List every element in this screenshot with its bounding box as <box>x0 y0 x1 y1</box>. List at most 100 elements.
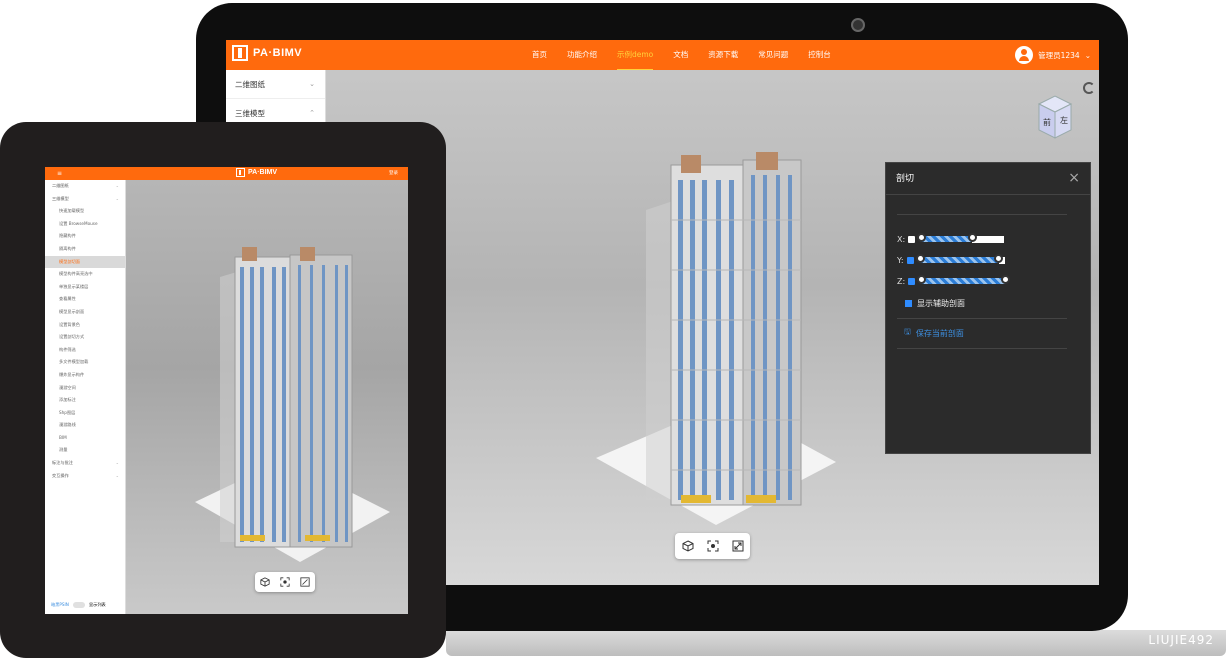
chevron-down-icon: ⌄ <box>115 195 119 201</box>
axis-x-checkbox[interactable] <box>908 235 916 243</box>
axis-label: Y: <box>897 255 904 265</box>
tablet-sidebar-label: Shp图层 <box>59 409 76 415</box>
login-link[interactable]: 登录 <box>389 170 398 176</box>
focus-icon[interactable] <box>707 540 719 552</box>
tablet-sidebar-item[interactable]: 设置剖切方式 <box>45 331 125 344</box>
user-name: 管理员1234 <box>1038 50 1080 60</box>
brand-logo[interactable]: PA·BIMV <box>232 45 302 61</box>
nav-features[interactable]: 功能介绍 <box>567 40 597 70</box>
tablet-sidebar-item[interactable]: 单独显示某楼层 <box>45 281 125 294</box>
divider <box>897 214 1067 215</box>
axis-label: X: <box>897 234 906 244</box>
tablet-sidebar-item[interactable]: Shp图层 <box>45 407 125 420</box>
cube-icon[interactable] <box>260 577 270 587</box>
slider-max-knob[interactable] <box>1001 275 1011 284</box>
panel-header: 剖切 × <box>886 163 1090 195</box>
tablet-sidebar-item[interactable]: 查看属性 <box>45 293 125 306</box>
axis-label: Z: <box>897 276 906 286</box>
tablet-sidebar-item[interactable]: 构件筛选 <box>45 344 125 357</box>
tablet-sidebar-item[interactable]: 多文件模型加载 <box>45 356 125 369</box>
tablet-sidebar-label: 三维模型 <box>52 195 69 201</box>
tablet-sidebar-item[interactable]: 爆炸显示构件 <box>45 369 125 382</box>
tablet-sidebar-item[interactable]: 漫游路线 <box>45 419 125 432</box>
axis-x-slider[interactable] <box>917 233 978 242</box>
section-panel: 剖切 × X: Y: Z: 显示辅助剖面 🖫 保存当前剖面 <box>885 162 1091 454</box>
axis-z-slider[interactable] <box>917 275 1011 284</box>
top-nav-bar: PA·BIMV 首页 功能介绍 示例demo 文档 资源下载 常见问题 控制台 … <box>226 40 1099 70</box>
tablet-sidebar-label: 漫游空间 <box>59 384 76 390</box>
fullscreen-icon[interactable] <box>732 540 744 552</box>
tablet-brand-logo[interactable]: PA·BIMV <box>236 168 277 177</box>
nav-downloads[interactable]: 资源下载 <box>708 40 738 70</box>
tablet-sidebar-item[interactable]: 模型构件高亮选中 <box>45 268 125 281</box>
axis-y-slider[interactable] <box>915 254 1003 263</box>
building-model <box>670 152 802 506</box>
nav-demo[interactable]: 示例demo <box>617 40 654 70</box>
axis-z-checkbox[interactable] <box>908 277 916 285</box>
chevron-down-icon: ⌄ <box>115 472 119 478</box>
laptop-base <box>446 630 1226 656</box>
show-helper-row: 显示辅助剖面 <box>905 298 965 309</box>
cube-icon[interactable] <box>682 540 694 552</box>
user-menu[interactable]: 管理员1234 ⌄ <box>1015 46 1091 64</box>
slider-min-knob[interactable] <box>915 254 925 263</box>
view-cube[interactable]: 前 左 <box>1033 94 1077 140</box>
reset-view-icon[interactable] <box>1083 82 1095 94</box>
tablet-sidebar-item[interactable]: 三维模型 ⌄ <box>45 193 125 206</box>
camera-icon <box>851 18 865 32</box>
save-icon: 🖫 <box>904 327 911 336</box>
nav-faq[interactable]: 常见问题 <box>758 40 788 70</box>
tablet-sidebar-item[interactable]: 设置背景色 <box>45 319 125 332</box>
building-model-viewport[interactable] <box>586 140 846 560</box>
tablet-bezel: ≡ PA·BIMV 登录 二维图纸 ⌄ 三维模型 ⌄ 快速加载模型 设置 BrowseMo… <box>0 122 446 658</box>
logo-icon <box>232 45 248 61</box>
tablet-sidebar-label: 测量 <box>59 447 68 453</box>
view-cube-left: 左 <box>1060 115 1068 125</box>
chevron-down-icon: ⌄ <box>1084 50 1091 60</box>
tablet-sidebar-item[interactable]: 隐藏构件 <box>45 230 125 243</box>
list-toggle[interactable] <box>72 602 85 608</box>
tablet-sidebar-item[interactable]: 测量 <box>45 444 125 457</box>
tablet-sidebar-label: 二维图纸 <box>52 183 69 188</box>
tablet-sidebar-item[interactable]: BIM <box>45 432 125 445</box>
show-helper-checkbox[interactable] <box>905 300 912 307</box>
sidebar-item-2d-drawings[interactable]: 二维图纸 ⌄ <box>226 70 325 99</box>
tablet-sidebar-item[interactable]: 模型显示剖面 <box>45 306 125 319</box>
axis-y-row: Y: <box>897 253 1005 267</box>
tablet-sidebar-label: BIM <box>59 434 67 440</box>
tablet-sidebar-label: 隔离构件 <box>59 245 76 251</box>
slider-max-knob[interactable] <box>993 254 1003 263</box>
tablet-sidebar-label: 隐藏构件 <box>59 233 76 239</box>
tablet-sidebar-item[interactable]: 漫游空间 <box>45 382 125 395</box>
tablet-sidebar-item[interactable]: 模型剖切面 <box>45 255 125 269</box>
nav-console[interactable]: 控制台 <box>808 40 831 70</box>
axis-y-checkbox[interactable] <box>906 256 914 264</box>
save-section-button[interactable]: 🖫 保存当前剖面 <box>904 326 964 340</box>
sidebar-item-label: 三维模型 <box>235 109 265 118</box>
slider-min-knob[interactable] <box>917 233 927 242</box>
theme-label: 暗黑PSIN <box>51 602 69 607</box>
tablet-sidebar-label: 多文件模型加载 <box>59 359 89 365</box>
tablet-sidebar-item[interactable]: 快速加载模型 <box>45 205 125 218</box>
divider <box>897 348 1067 349</box>
fullscreen-icon[interactable] <box>300 577 310 587</box>
tablet-building-viewport[interactable] <box>180 237 395 567</box>
tablet-sidebar-label: 添加标注 <box>59 397 76 403</box>
menu-icon[interactable]: ≡ <box>57 170 62 177</box>
tablet-sidebar-item[interactable]: 添加标注 <box>45 394 125 407</box>
tablet-sidebar-item[interactable]: 交互操作 ⌄ <box>45 470 125 483</box>
tablet-sidebar-item[interactable]: 标注与批注 ⌄ <box>45 457 125 470</box>
tablet-screen: ≡ PA·BIMV 登录 二维图纸 ⌄ 三维模型 ⌄ 快速加载模型 设置 BrowseMo… <box>45 167 408 614</box>
watermark: LIUJIE492 <box>1148 633 1214 647</box>
tablet-sidebar-item[interactable]: 隔离构件 <box>45 243 125 256</box>
chevron-down-icon: ⌄ <box>309 80 315 88</box>
focus-icon[interactable] <box>280 577 290 587</box>
slider-min-knob[interactable] <box>917 275 927 284</box>
nav-home[interactable]: 首页 <box>532 40 547 70</box>
divider <box>897 318 1067 319</box>
tablet-sidebar-item[interactable]: 设置 BrowseMouse <box>45 218 125 231</box>
nav-docs[interactable]: 文档 <box>673 40 688 70</box>
tablet-sidebar-label: 模型剖切面 <box>59 258 80 264</box>
tablet-sidebar-item[interactable]: 二维图纸 ⌄ <box>45 180 125 193</box>
close-icon[interactable]: × <box>1068 163 1080 193</box>
